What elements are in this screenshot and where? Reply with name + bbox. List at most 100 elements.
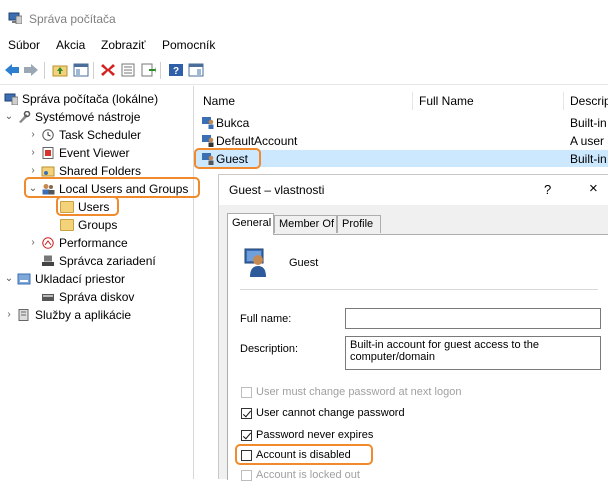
tree-item-storage[interactable]: ⌄ Ukladací priestor (4, 270, 125, 287)
must-change-password-checkbox[interactable]: User must change password at next logon (241, 386, 461, 398)
menu-help[interactable]: Pomocník (162, 38, 215, 52)
menu-action[interactable]: Akcia (56, 38, 85, 52)
tree-item-label: Systémové nástroje (35, 109, 141, 124)
tree-item-event-viewer[interactable]: › Event Viewer (28, 144, 129, 161)
menu-file[interactable]: Súbor (8, 38, 40, 52)
password-never-expires-checkbox[interactable]: Password never expires (241, 429, 373, 441)
chevron-down-icon[interactable]: ⌄ (4, 273, 14, 284)
user-icon (202, 117, 214, 129)
chevron-right-icon[interactable]: › (28, 129, 38, 140)
tree-item-label: Správca zariadení (59, 253, 156, 268)
services-icon (18, 308, 29, 321)
tree-item-task-scheduler[interactable]: › Task Scheduler (28, 126, 141, 143)
user-description: A user a (570, 134, 608, 148)
tree-item-root[interactable]: Správa počítača (lokálne) (4, 90, 158, 107)
up-folder-icon[interactable] (51, 61, 69, 79)
computer-management-icon (4, 93, 18, 105)
tree-item-disk-management[interactable]: Správa diskov (41, 288, 134, 305)
dialog-title: Guest – vlastnosti (229, 183, 325, 197)
tree-item-label: Task Scheduler (59, 127, 142, 142)
checkbox-box[interactable] (241, 386, 252, 398)
tree-item-services[interactable]: › Služby a aplikácie (4, 306, 131, 323)
chevron-right-icon[interactable]: › (28, 165, 38, 176)
description-label: Description: (240, 343, 299, 355)
chevron-right-icon[interactable]: › (4, 309, 14, 320)
column-header-name[interactable]: Name (203, 94, 235, 108)
table-row[interactable]: Bukca Built-in (194, 114, 608, 131)
checkbox-box[interactable] (241, 429, 252, 441)
tab-general[interactable]: General (227, 213, 274, 235)
tree-item-label: Shared Folders (59, 163, 142, 178)
tree-item-label: Ukladací priestor (35, 271, 126, 286)
user-name: DefaultAccount (216, 134, 298, 148)
table-row[interactable]: DefaultAccount A user a (194, 132, 608, 149)
annotation-highlight (24, 177, 200, 198)
delete-icon[interactable] (99, 61, 117, 79)
chevron-down-icon[interactable]: ⌄ (4, 111, 14, 122)
tree-item-groups[interactable]: Groups (60, 216, 117, 233)
tree-item-system-tools[interactable]: ⌄ Systémové nástroje (4, 108, 141, 125)
clock-icon (42, 128, 54, 141)
close-button[interactable]: × (589, 180, 598, 197)
annotation-highlight (56, 196, 119, 216)
dialog-username: Guest (289, 257, 319, 269)
tree-item-label: Event Viewer (59, 145, 130, 160)
dialog-titlebar: Guest – vlastnosti ? × (219, 175, 608, 205)
chevron-right-icon[interactable]: › (28, 147, 38, 158)
console-view-icon[interactable] (187, 61, 205, 79)
checkbox-label: User cannot change password (256, 407, 405, 419)
computer-management-icon (8, 12, 22, 24)
window-title: Správa počítača (29, 12, 116, 26)
annotation-highlight (235, 444, 373, 465)
cannot-change-password-checkbox[interactable]: User cannot change password (241, 407, 405, 419)
general-tab-panel: Guest Full name: Description: Built-in a… (227, 234, 608, 481)
toolbar: ? (0, 58, 608, 85)
checkbox-label: Password never expires (256, 429, 374, 441)
menu-view[interactable]: Zobraziť (101, 38, 146, 52)
folder-icon (60, 218, 74, 231)
account-locked-out-checkbox[interactable]: Account is locked out (241, 469, 360, 481)
event-viewer-icon (42, 146, 54, 159)
checkbox-label: User must change password at next logon (256, 386, 462, 398)
user-description: Built-in (570, 152, 607, 166)
tab-profile[interactable]: Profile (337, 215, 381, 233)
window-titlebar: Správa počítača (0, 0, 608, 36)
checkbox-label: Account is locked out (256, 469, 360, 481)
properties-icon[interactable] (119, 61, 137, 79)
column-header-full-name[interactable]: Full Name (419, 94, 474, 108)
help-icon[interactable]: ? (167, 61, 185, 79)
tools-icon (19, 110, 31, 123)
device-manager-icon (42, 255, 54, 266)
tree-item-device-manager[interactable]: Správca zariadení (41, 252, 156, 269)
user-avatar-icon (244, 248, 266, 277)
disk-icon (42, 293, 54, 301)
tree-item-label: Správa počítača (lokálne) (22, 91, 159, 106)
menu-bar: Súbor Akcia Zobraziť Pomocník (0, 38, 608, 56)
show-hide-tree-icon[interactable] (72, 61, 90, 79)
performance-icon (42, 236, 54, 249)
user-description: Built-in (570, 116, 607, 130)
checkbox-box[interactable] (241, 407, 252, 419)
help-button[interactable]: ? (544, 182, 551, 197)
annotation-highlight (194, 148, 261, 169)
full-name-label: Full name: (240, 313, 292, 325)
full-name-input[interactable] (345, 308, 601, 329)
chevron-right-icon[interactable]: › (28, 237, 38, 248)
column-header-description[interactable]: Descrip (570, 94, 608, 108)
navigation-tree: Správa počítača (lokálne) ⌄ Systémové ná… (0, 86, 200, 479)
svg-text:?: ? (173, 66, 179, 77)
tree-item-performance[interactable]: › Performance (28, 234, 128, 251)
user-properties-dialog: Guest – vlastnosti ? × General Member Of… (218, 174, 608, 481)
storage-icon (17, 273, 31, 284)
user-name: Bukca (216, 116, 250, 130)
export-list-icon[interactable] (139, 61, 157, 79)
forward-arrow-icon[interactable] (22, 61, 40, 79)
tree-item-label: Groups (78, 217, 118, 232)
tree-item-label: Služby a aplikácie (35, 307, 132, 322)
user-icon (202, 135, 214, 147)
tab-member-of[interactable]: Member Of (274, 215, 337, 233)
description-input[interactable]: Built-in account for guest access to the… (345, 336, 601, 370)
tree-item-label: Performance (59, 235, 128, 250)
shared-folder-icon (41, 166, 55, 176)
back-arrow-icon[interactable] (3, 61, 21, 79)
